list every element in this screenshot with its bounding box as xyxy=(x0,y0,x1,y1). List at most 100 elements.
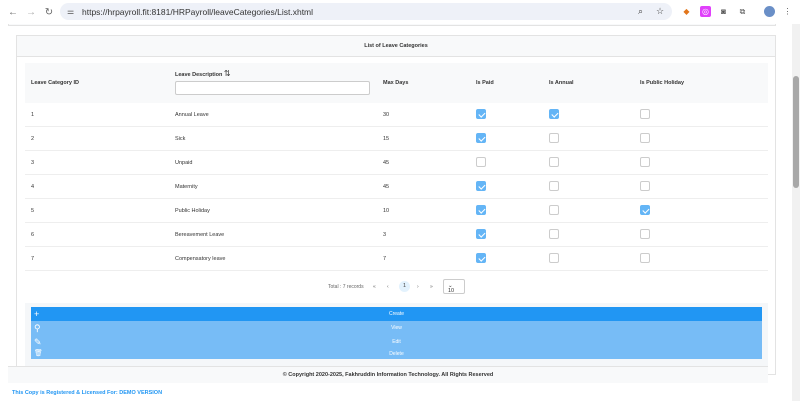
reload-icon[interactable]: ↻ xyxy=(42,7,56,18)
url-text: https://hrpayroll.fit:8181/HRPayroll/lea… xyxy=(82,6,314,17)
pencil-icon: ✎ xyxy=(34,337,42,347)
view-button[interactable]: ⚲ View xyxy=(31,321,762,335)
col-is-public-holiday-header[interactable]: Is Public Holiday xyxy=(640,80,684,86)
create-button[interactable]: + Create xyxy=(31,307,762,321)
is-public-holiday-checkbox[interactable] xyxy=(640,109,650,119)
is-public-holiday-checkbox[interactable] xyxy=(640,133,650,143)
bookmark-star-icon[interactable]: ☆ xyxy=(656,6,664,17)
cell-description: Annual Leave xyxy=(175,112,209,118)
is-paid-checkbox[interactable] xyxy=(476,205,486,215)
is-public-holiday-checkbox[interactable] xyxy=(640,205,650,215)
cell-max-days: 15 xyxy=(383,136,390,142)
is-public-holiday-checkbox[interactable] xyxy=(640,181,650,191)
is-paid-checkbox[interactable] xyxy=(476,133,486,143)
col-is-paid-header[interactable]: Is Paid xyxy=(476,80,494,86)
cell-max-days: 45 xyxy=(383,184,390,190)
site-info-icon[interactable]: ⚌ xyxy=(67,7,74,16)
is-paid-checkbox[interactable] xyxy=(476,109,486,119)
first-page-button[interactable]: « xyxy=(373,284,376,290)
table-row[interactable]: 7 Compensatory leave 7 xyxy=(25,247,768,271)
create-label: Create xyxy=(388,311,404,317)
delete-label: Delete xyxy=(389,351,404,357)
zoom-icon[interactable]: ⌕ xyxy=(638,6,643,17)
page-1-button[interactable]: 1 xyxy=(399,281,410,292)
back-icon[interactable]: ← xyxy=(6,7,20,18)
next-page-button[interactable]: › xyxy=(417,284,419,290)
cell-max-days: 3 xyxy=(383,232,387,238)
previous-panel xyxy=(8,24,776,26)
table-row[interactable]: 3 Unpaid 45 xyxy=(25,151,768,175)
total-records: Total : 7 records xyxy=(328,284,364,290)
edit-button[interactable]: ✎ Edit xyxy=(31,335,762,349)
extension-icon[interactable]: ◎ xyxy=(700,6,711,17)
is-public-holiday-checkbox[interactable] xyxy=(640,253,650,263)
metamask-extension-icon[interactable]: ◆ xyxy=(681,6,692,17)
is-annual-checkbox[interactable] xyxy=(549,253,559,263)
cell-id: 2 xyxy=(31,136,35,142)
cell-max-days: 30 xyxy=(383,112,390,118)
cell-description: Compensatory leave xyxy=(175,256,226,262)
is-public-holiday-checkbox[interactable] xyxy=(640,157,650,167)
panel-title: List of Leave Categories xyxy=(17,36,775,57)
license-notice: This Copy is Registered & Licensed For: … xyxy=(12,390,163,396)
page-content: List of Leave Categories Leave Category … xyxy=(0,24,792,401)
table-row[interactable]: 5 Public Holiday 10 xyxy=(25,199,768,223)
cell-max-days: 10 xyxy=(383,208,390,214)
table-row[interactable]: 6 Bereavement Leave 3 xyxy=(25,223,768,247)
sort-icon[interactable]: ⇅ xyxy=(224,69,231,78)
last-page-button[interactable]: » xyxy=(430,284,433,290)
is-annual-checkbox[interactable] xyxy=(549,133,559,143)
is-annual-checkbox[interactable] xyxy=(549,229,559,239)
cell-id: 4 xyxy=(31,184,35,190)
delete-button[interactable]: 🗑 Delete xyxy=(31,349,762,359)
prev-page-button[interactable]: ‹ xyxy=(387,284,389,290)
address-bar[interactable]: ⚌ https://hrpayroll.fit:8181/HRPayroll/l… xyxy=(60,3,672,20)
cell-description: Public Holiday xyxy=(175,208,210,214)
cell-id: 6 xyxy=(31,232,35,238)
is-paid-checkbox[interactable] xyxy=(476,157,486,167)
is-paid-checkbox[interactable] xyxy=(476,229,486,239)
description-filter-input[interactable] xyxy=(175,81,370,95)
profile-avatar[interactable] xyxy=(764,6,775,17)
plus-icon: + xyxy=(34,309,40,319)
forward-icon[interactable]: → xyxy=(24,7,38,18)
cell-description: Unpaid xyxy=(175,160,193,166)
cell-id: 1 xyxy=(31,112,35,118)
is-annual-checkbox[interactable] xyxy=(549,157,559,167)
col-is-annual-header[interactable]: Is Annual xyxy=(549,80,574,86)
page-scrollbar[interactable] xyxy=(792,24,800,401)
rows-per-page-value: 10 xyxy=(448,288,455,294)
col-description-label: Leave Description xyxy=(175,72,223,78)
is-paid-checkbox[interactable] xyxy=(476,253,486,263)
paginator: Total : 7 records « ‹ 1 › » 10 ⌄ xyxy=(17,279,775,295)
is-annual-checkbox[interactable] xyxy=(549,181,559,191)
cell-max-days: 7 xyxy=(383,256,387,262)
browser-toolbar: ← → ↻ ⚌ https://hrpayroll.fit:8181/HRPay… xyxy=(0,0,800,24)
leave-categories-panel: List of Leave Categories Leave Category … xyxy=(16,35,776,376)
scrollbar-thumb[interactable] xyxy=(793,76,799,188)
menu-kebab-icon[interactable]: ⋮ xyxy=(782,6,793,17)
cell-description: Sick xyxy=(175,136,186,142)
col-description-header[interactable]: Leave Description ⇅ xyxy=(175,69,231,78)
rows-per-page-select[interactable]: 10 ⌄ xyxy=(443,279,465,294)
is-public-holiday-checkbox[interactable] xyxy=(640,229,650,239)
cell-id: 5 xyxy=(31,208,35,214)
col-id-header[interactable]: Leave Category ID xyxy=(31,80,79,86)
cell-id: 3 xyxy=(31,160,35,166)
footer-copyright: © Copyright 2020-2025, Fakhruddin Inform… xyxy=(8,366,768,383)
is-annual-checkbox[interactable] xyxy=(549,205,559,215)
cell-description: Maternity xyxy=(175,184,198,190)
table-row[interactable]: 2 Sick 15 xyxy=(25,127,768,151)
col-max-days-header[interactable]: Max Days xyxy=(383,80,408,86)
extensions-puzzle-icon[interactable]: ⧉ xyxy=(737,6,748,17)
table-row[interactable]: 1 Annual Leave 30 xyxy=(25,103,768,127)
view-label: View xyxy=(391,325,402,331)
is-annual-checkbox[interactable] xyxy=(549,109,559,119)
table-row[interactable]: 4 Maternity 45 xyxy=(25,175,768,199)
camera-icon[interactable]: ◙ xyxy=(718,6,729,17)
cell-max-days: 45 xyxy=(383,160,390,166)
is-paid-checkbox[interactable] xyxy=(476,181,486,191)
cell-id: 7 xyxy=(31,256,35,262)
cell-description: Bereavement Leave xyxy=(175,232,225,238)
table-header: Leave Category ID Leave Description ⇅ Ma… xyxy=(25,63,768,103)
